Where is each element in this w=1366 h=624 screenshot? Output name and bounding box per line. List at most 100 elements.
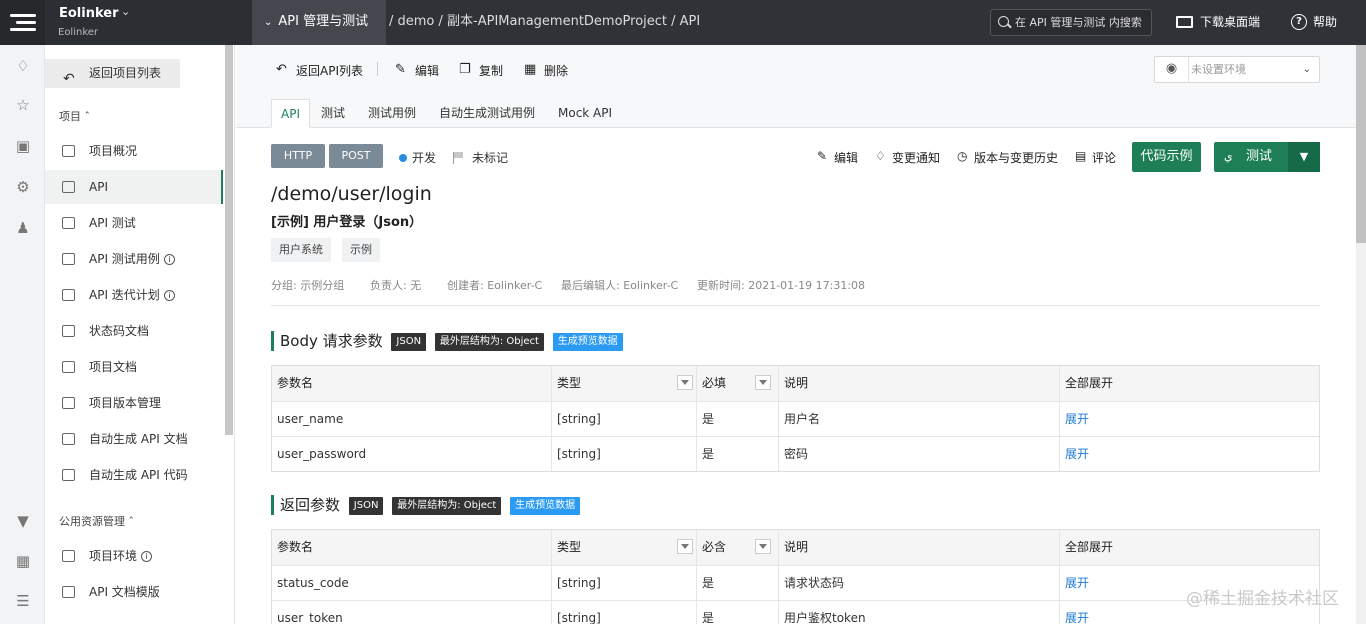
add-user-icon[interactable]: ♟ <box>14 219 32 237</box>
delete-button[interactable]: ▦ 删除 <box>524 62 568 79</box>
tag-icon <box>62 181 75 193</box>
sidebar-scrollbar[interactable] <box>225 45 233 435</box>
column-header: 类型 <box>552 366 697 401</box>
sidebar-item-auto-docs[interactable]: 自动生成 API 文档 <box>45 422 223 456</box>
sidebar-item-api-test[interactable]: API 测试 <box>45 206 223 240</box>
comment-link[interactable]: ▤ 评论 <box>1075 149 1116 166</box>
info-icon: i <box>141 551 153 562</box>
back-to-projects-button[interactable]: ↶ 返回项目列表 <box>45 59 180 88</box>
scrollbar-thumb[interactable] <box>1356 45 1366 243</box>
trash-icon: ▦ <box>524 62 537 77</box>
filter-dropdown-icon[interactable] <box>755 539 771 554</box>
preview-data-button[interactable]: 生成预览数据 <box>552 333 623 351</box>
code-example-button[interactable]: 代码示例 <box>1132 142 1201 172</box>
pencil-icon: ✎ <box>395 62 406 77</box>
sidebar-item-doc-templates[interactable]: API 文档模版 <box>45 575 223 609</box>
clipboard-icon <box>62 253 75 265</box>
return-icon: ↶ <box>63 71 75 87</box>
api-tag[interactable]: 用户系统 <box>271 238 331 262</box>
breadcrumb[interactable]: / demo / 副本-APIManagementDemoProject / A… <box>389 0 700 45</box>
filter-dropdown-icon[interactable] <box>677 539 693 554</box>
sidebar-item-auto-code[interactable]: 自动生成 API 代码 <box>45 458 223 492</box>
api-toolbar: ↶ 返回API列表 ✎ 编辑 ❐ 复制 ▦ 删除 ◉ 未设置环境 ⌄ API 测试 测试… <box>236 45 1356 128</box>
history-link[interactable]: ◷ 版本与变更历史 <box>957 149 1058 166</box>
top-bar: Eolinker ⌄ Eolinker ⌄ API 管理与测试 / demo / … <box>0 0 1366 45</box>
calendar-icon[interactable]: ▣ <box>14 137 32 155</box>
global-search[interactable]: 在 API 管理与测试 内搜索 <box>990 9 1152 36</box>
structure-badge: 最外层结构为: Object <box>434 333 544 351</box>
settings-icon[interactable]: ⚙ <box>14 178 32 196</box>
help-link[interactable]: ? 帮助 <box>1291 0 1337 45</box>
sidebar-item-iteration[interactable]: API 迭代计划 i <box>45 278 223 312</box>
filter-dropdown-icon[interactable] <box>677 375 693 390</box>
robot-icon <box>62 433 75 445</box>
doc-icon <box>62 325 75 337</box>
column-header: 参数名 <box>272 366 552 401</box>
sidebar-item-api-testcase[interactable]: API 测试用例 i <box>45 242 223 276</box>
sidebar-item-project-docs[interactable]: 项目文档 <box>45 350 223 384</box>
body-params-heading: Body 请求参数 JSON 最外层结构为: Object 生成预览数据 <box>271 331 623 351</box>
eye-icon[interactable]: ◉ <box>1155 57 1189 82</box>
bell-icon: ♢ <box>875 149 886 163</box>
bolt-icon <box>62 217 75 229</box>
cube-icon <box>62 586 75 598</box>
environment-select[interactable]: ◉ 未设置环境 ⌄ <box>1154 56 1320 83</box>
preview-data-button[interactable]: 生成预览数据 <box>510 497 581 515</box>
tab-auto-testcase[interactable]: 自动生成测试用例 <box>430 99 544 128</box>
search-placeholder: 在 API 管理与测试 内搜索 <box>1015 16 1142 29</box>
detail-edit-link[interactable]: ✎ 编辑 <box>817 149 858 166</box>
back-to-api-list-button[interactable]: ↶ 返回API列表 <box>276 62 363 79</box>
app-logo[interactable] <box>0 0 45 45</box>
inbox-icon[interactable]: ▼ <box>14 512 32 530</box>
test-button-label: 测试 <box>1246 149 1273 164</box>
sidebar-item-versions[interactable]: 项目版本管理 <box>45 386 223 420</box>
dashboard-icon <box>62 145 75 157</box>
tab-mock-api[interactable]: Mock API <box>549 99 621 128</box>
structure-badge: 最外层结构为: Object <box>392 497 502 515</box>
meta-updated: 更新时间: 2021-01-19 17:31:08 <box>697 279 866 292</box>
cube-icon <box>62 550 75 562</box>
return-params-heading: 返回参数 JSON 最外层结构为: Object 生成预览数据 <box>271 495 581 515</box>
api-tag[interactable]: 示例 <box>342 238 380 262</box>
page-scrollbar[interactable] <box>1356 45 1366 624</box>
meta-editor: 最后编辑人: Eolinker-C <box>561 279 679 292</box>
sidebar-item-environments[interactable]: 项目环境 i <box>45 539 223 573</box>
expand-all-link[interactable]: 全部展开 <box>1060 366 1310 401</box>
info-icon: i <box>163 290 175 301</box>
api-title: [示例] 用户登录（Json） <box>271 215 423 230</box>
tab-testcase[interactable]: 测试用例 <box>359 99 425 128</box>
mark-indicator[interactable]: 未标记 <box>453 149 508 166</box>
caret-down-icon[interactable]: ▼ <box>1288 142 1320 172</box>
expand-link[interactable]: 展开 <box>1060 402 1310 436</box>
version-icon <box>62 397 75 409</box>
filter-dropdown-icon[interactable] <box>755 375 771 390</box>
expand-link[interactable]: 展开 <box>1060 437 1310 471</box>
list-icon[interactable]: ☰ <box>14 592 32 610</box>
download-desktop-link[interactable]: 下载桌面端 <box>1176 0 1260 45</box>
change-notify-link[interactable]: ♢ 变更通知 <box>875 149 940 166</box>
divider <box>271 305 1320 306</box>
tab-test[interactable]: 测试 <box>312 99 354 128</box>
project-section-title[interactable]: 项目 ˆ <box>59 108 90 124</box>
status-indicator[interactable]: 开发 <box>399 149 436 166</box>
table-row: status_code [string] 是 请求状态码 展开 <box>272 565 1319 600</box>
tab-api[interactable]: API <box>271 99 310 128</box>
sidebar-item-status-codes[interactable]: 状态码文档 <box>45 314 223 348</box>
table-row: user_password [string] 是 密码 展开 <box>272 436 1319 471</box>
star-icon[interactable]: ☆ <box>14 96 32 114</box>
keyboard-icon[interactable]: ▦ <box>14 552 32 570</box>
chevron-down-icon: ⌄ <box>121 5 131 18</box>
return-params-table: 参数名 类型 必含 说明 全部展开 status_code [string] 是… <box>271 529 1320 624</box>
edit-button[interactable]: ✎ 编辑 <box>395 62 439 79</box>
module-switcher[interactable]: ⌄ API 管理与测试 <box>252 0 386 45</box>
workspace-switcher[interactable]: Eolinker ⌄ Eolinker <box>46 0 252 45</box>
flag-icon <box>453 152 463 164</box>
sidebar-item-overview[interactable]: 项目概况 <box>45 134 223 168</box>
bell-icon[interactable]: ♢ <box>14 57 32 75</box>
copy-button[interactable]: ❐ 复制 <box>459 62 503 79</box>
sidebar-item-api[interactable]: API <box>45 170 223 204</box>
public-section-title[interactable]: 公用资源管理 ˆ <box>59 513 134 529</box>
project-sidebar: ↶ 返回项目列表 项目 ˆ 项目概况 API API 测试 API 测试用例 i … <box>45 45 235 624</box>
test-split-button[interactable]: ي 测试 ▼ <box>1214 142 1320 172</box>
expand-all-link[interactable]: 全部展开 <box>1060 530 1310 565</box>
